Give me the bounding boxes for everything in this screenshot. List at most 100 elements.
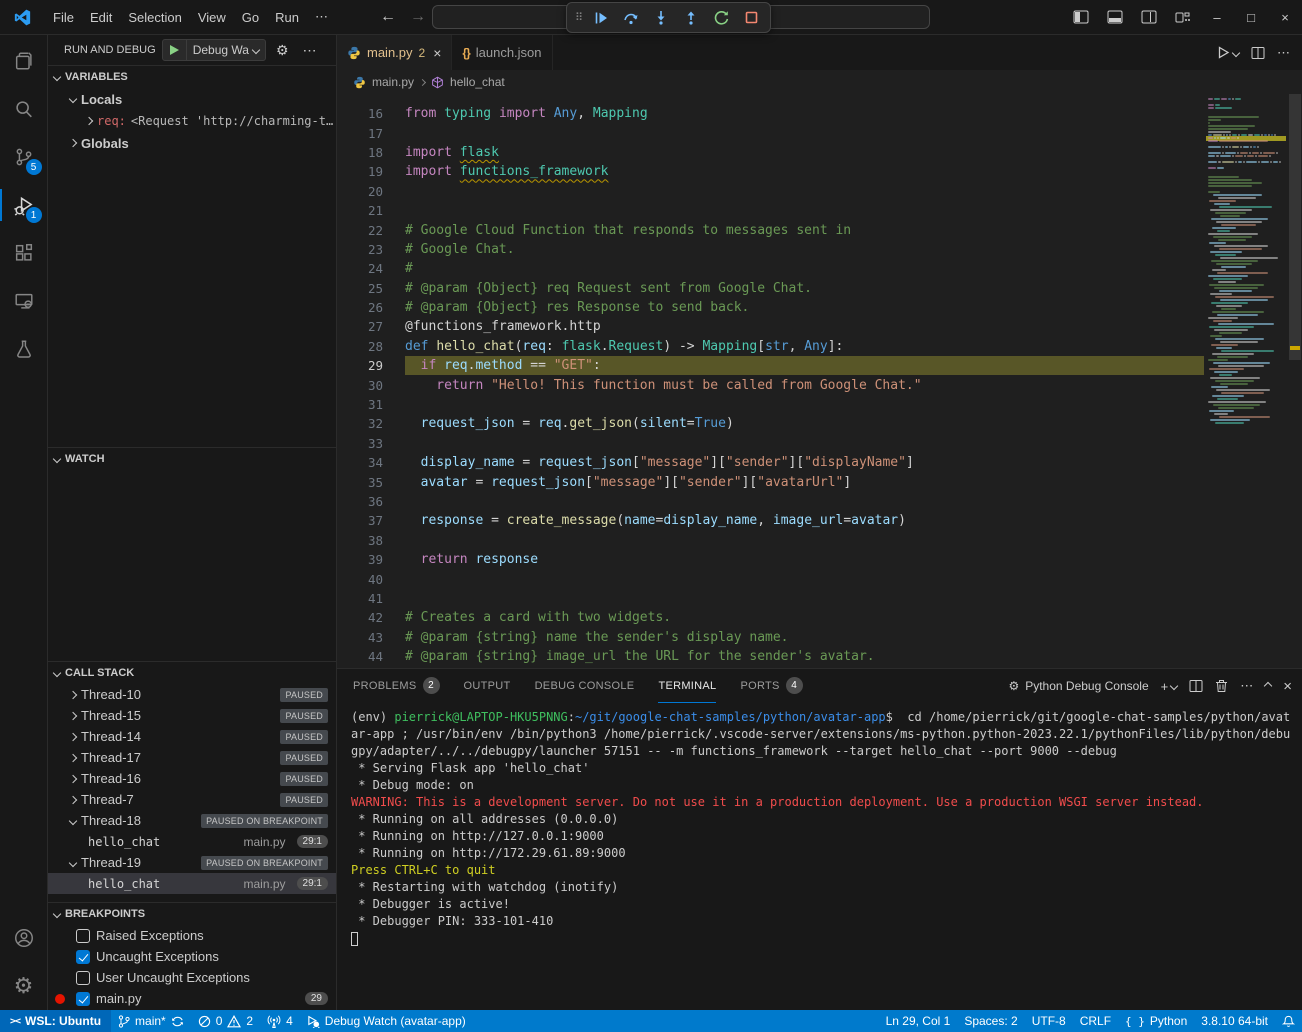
code-line[interactable]: 23# Google Chat. <box>337 240 1204 259</box>
code-line[interactable]: 26# @param {Object} res Response to send… <box>337 298 1204 317</box>
activitybar-run-and-debug-icon[interactable]: 1 <box>0 181 48 229</box>
encoding-status[interactable]: UTF-8 <box>1025 1010 1073 1032</box>
panel-more-actions-icon[interactable]: ⋯ <box>1240 678 1253 694</box>
history-back-button[interactable]: ← <box>380 8 396 26</box>
code-line[interactable]: 43# @param {string} name the sender's di… <box>337 628 1204 647</box>
line-number[interactable]: 42 <box>337 610 383 625</box>
activitybar-remote-explorer-icon[interactable] <box>0 277 48 325</box>
close-tab-icon[interactable]: × <box>433 45 441 61</box>
maximize-button[interactable]: □ <box>1234 0 1268 34</box>
debug-step-out-button[interactable] <box>678 6 704 30</box>
callstack-thread-row[interactable]: Thread-10PAUSED <box>48 684 336 705</box>
code-line[interactable]: 37 response = create_message(name=displa… <box>337 511 1204 530</box>
breakpoint-row[interactable]: User Uncaught Exceptions <box>48 967 336 988</box>
code-line[interactable]: 30 return "Hello! This function must be … <box>337 375 1204 394</box>
callstack-thread-row[interactable]: Thread-16PAUSED <box>48 768 336 789</box>
code-line[interactable]: 32 request_json = req.get_json(silent=Tr… <box>337 414 1204 433</box>
line-number[interactable]: 43 <box>337 630 383 645</box>
debug-stop-button[interactable] <box>738 6 764 30</box>
python-interpreter-status[interactable]: 3.8.10 64-bit <box>1194 1010 1275 1032</box>
cursor-position-status[interactable]: Ln 29, Col 1 <box>879 1010 958 1032</box>
line-number[interactable]: 34 <box>337 455 383 470</box>
line-number[interactable]: 21 <box>337 203 383 218</box>
eol-status[interactable]: CRLF <box>1073 1010 1118 1032</box>
breadcrumb-symbol[interactable]: hello_chat <box>450 75 505 89</box>
breakpoint-checkbox[interactable] <box>76 971 90 985</box>
debug-restart-button[interactable] <box>708 6 734 30</box>
line-number[interactable]: 30 <box>337 378 383 393</box>
line-number[interactable]: 27 <box>337 319 383 334</box>
code-line[interactable]: 31 <box>337 395 1204 414</box>
line-number[interactable]: 39 <box>337 552 383 567</box>
menu-item-view[interactable]: View <box>190 6 234 29</box>
line-number[interactable]: 16 <box>337 106 383 121</box>
line-number[interactable]: 32 <box>337 416 383 431</box>
activitybar-settings-icon[interactable]: ⚙ <box>0 962 48 1010</box>
panel-tab-output[interactable]: OUTPUT <box>464 669 511 703</box>
callstack-thread-row[interactable]: Thread-18PAUSED ON BREAKPOINT <box>48 810 336 831</box>
breakpoint-row[interactable]: Uncaught Exceptions <box>48 946 336 967</box>
debug-settings-gear-icon[interactable]: ⚙ <box>272 40 293 61</box>
tab-main-py[interactable]: main.py2× <box>337 35 452 70</box>
breakpoint-checkbox[interactable] <box>76 992 90 1006</box>
code-line[interactable]: 18import flask <box>337 143 1204 162</box>
line-number[interactable]: 25 <box>337 281 383 296</box>
panel-tab-debug-console[interactable]: DEBUG CONSOLE <box>535 669 635 703</box>
toggle-panel-icon[interactable] <box>1098 0 1132 34</box>
code-line[interactable]: 41 <box>337 589 1204 608</box>
menu-item-run[interactable]: Run <box>267 6 307 29</box>
code-editor[interactable]: 16from typing import Any, Mapping1718imp… <box>337 94 1302 668</box>
debug-session-status[interactable]: Debug Watch (avatar-app) <box>300 1010 473 1032</box>
remote-indicator[interactable]: >< WSL: Ubuntu <box>0 1010 111 1032</box>
watch-section-header[interactable]: WATCH <box>48 448 336 470</box>
code-line[interactable]: 17 <box>337 123 1204 142</box>
tab-launch-json[interactable]: {}launch.json <box>452 35 552 70</box>
terminal-output[interactable]: (env) pierrick@LAPTOP-HKU5PNNG:~/git/goo… <box>337 703 1302 1010</box>
panel-tab-problems[interactable]: PROBLEMS2 <box>353 669 440 703</box>
code-line[interactable]: 35 avatar = request_json["message"]["sen… <box>337 472 1204 491</box>
breakpoint-row[interactable]: main.py29 <box>48 988 336 1009</box>
forwarded-ports-status[interactable]: 4 <box>260 1010 300 1032</box>
close-panel-icon[interactable]: × <box>1283 678 1292 695</box>
breakpoint-row[interactable]: Raised Exceptions <box>48 925 336 946</box>
line-number[interactable]: 41 <box>337 591 383 606</box>
menu-item-go[interactable]: Go <box>234 6 267 29</box>
line-number[interactable]: 31 <box>337 397 383 412</box>
split-terminal-icon[interactable] <box>1189 679 1203 693</box>
run-python-file-button[interactable] <box>1217 46 1239 59</box>
terminal-profile-selector[interactable]: ⚙ Python Debug Console <box>1008 679 1148 693</box>
notifications-bell[interactable] <box>1275 1010 1302 1032</box>
line-number[interactable]: 20 <box>337 184 383 199</box>
split-editor-icon[interactable] <box>1251 46 1265 60</box>
callstack-thread-row[interactable]: Thread-14PAUSED <box>48 726 336 747</box>
breadcrumb-file[interactable]: main.py <box>372 75 414 89</box>
variables-req-row[interactable]: req: <Request 'http://charming-tro… <box>48 110 336 132</box>
menu-item-file[interactable]: File <box>45 6 82 29</box>
code-line[interactable]: 34 display_name = request_json["message"… <box>337 453 1204 472</box>
line-number[interactable]: 44 <box>337 649 383 664</box>
customize-layout-icon[interactable] <box>1166 0 1200 34</box>
call-stack-section-header[interactable]: CALL STACK <box>48 662 336 684</box>
kill-terminal-trash-icon[interactable] <box>1215 679 1228 693</box>
line-number[interactable]: 28 <box>337 339 383 354</box>
breakpoints-section-header[interactable]: BREAKPOINTS <box>48 903 336 925</box>
code-line[interactable]: 45# @return {Object} a card with the use… <box>337 666 1204 668</box>
toggle-secondary-sidebar-icon[interactable] <box>1132 0 1166 34</box>
code-line[interactable]: 44# @param {string} image_url the URL fo… <box>337 647 1204 666</box>
line-number[interactable]: 23 <box>337 242 383 257</box>
debug-continue-button[interactable] <box>588 6 614 30</box>
line-number[interactable]: 19 <box>337 164 383 179</box>
minimap[interactable] <box>1206 98 1286 668</box>
indentation-status[interactable]: Spaces: 2 <box>957 1010 1024 1032</box>
menu-item-selection[interactable]: Selection <box>120 6 189 29</box>
line-number[interactable]: 37 <box>337 513 383 528</box>
activitybar-testing-icon[interactable] <box>0 325 48 373</box>
code-line[interactable]: 27@functions_framework.http <box>337 317 1204 336</box>
problems-status[interactable]: 0 2 <box>191 1010 260 1032</box>
panel-tab-ports[interactable]: PORTS4 <box>740 669 802 703</box>
code-line[interactable]: 22# Google Cloud Function that responds … <box>337 220 1204 239</box>
line-number[interactable]: 18 <box>337 145 383 160</box>
breakpoint-checkbox[interactable] <box>76 929 90 943</box>
sidebar-more-actions-icon[interactable]: ⋯ <box>299 40 321 61</box>
editor-more-actions-icon[interactable]: ⋯ <box>1277 45 1290 61</box>
